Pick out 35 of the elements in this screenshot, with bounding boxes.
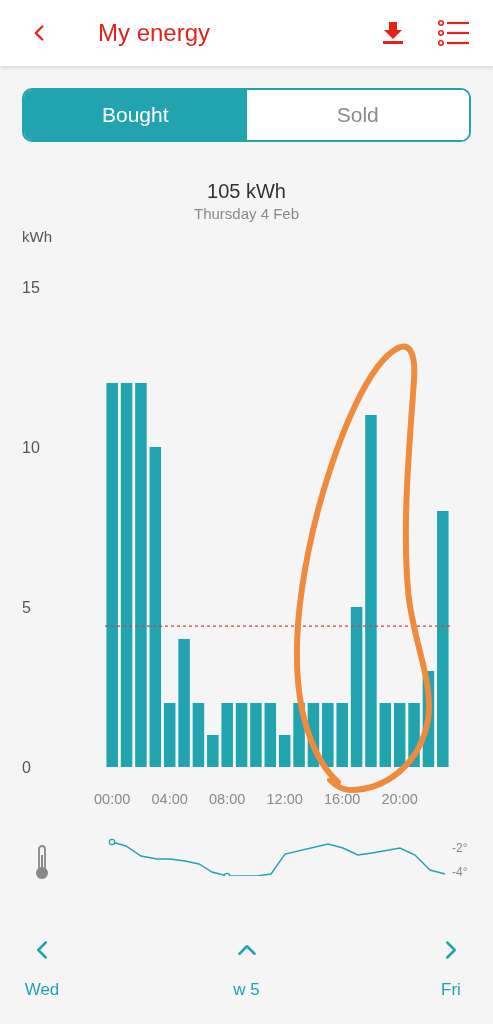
next-day-button[interactable]: Fri xyxy=(429,935,473,1003)
previous-day-button[interactable]: Wed xyxy=(20,935,64,1003)
date-label: Thursday 4 Feb xyxy=(193,204,300,224)
tick-label: 0 xyxy=(22,759,31,776)
chart-bar xyxy=(293,703,305,767)
chart-bar xyxy=(336,703,348,767)
list-icon xyxy=(438,20,470,46)
chart-bar xyxy=(221,703,233,767)
week-button[interactable]: w 5 xyxy=(224,935,269,1003)
tick-label: 20:00 xyxy=(381,791,418,807)
chart-bar xyxy=(250,703,262,767)
tick-label: 5 xyxy=(22,599,31,616)
tick-label: 12:00 xyxy=(266,791,303,807)
chart-bar xyxy=(393,703,406,767)
temperature-label: -2° xyxy=(452,840,468,857)
tick-label: 10 xyxy=(22,439,40,456)
list-button[interactable] xyxy=(437,17,471,49)
chart-bar xyxy=(408,703,420,767)
tick-label: 08:00 xyxy=(209,791,246,807)
tick-label: 04:00 xyxy=(151,791,188,807)
download-icon xyxy=(382,21,404,45)
chart-bar xyxy=(207,735,219,767)
tick-label: 15 xyxy=(22,279,40,296)
temperature-label: -4° xyxy=(452,864,468,881)
tick-label: 00:00 xyxy=(94,791,131,807)
total-value: 105 kWh xyxy=(207,179,286,204)
chart-bar xyxy=(192,703,205,767)
chart-bar xyxy=(235,703,248,767)
chart-bar xyxy=(322,703,334,767)
page-title: My energy xyxy=(98,18,211,48)
chart-bar xyxy=(379,703,392,767)
axis-title: kWh xyxy=(22,228,52,245)
tab[interactable]: Bought xyxy=(24,90,247,140)
tick-label: 16:00 xyxy=(324,791,361,807)
thermometer-icon xyxy=(34,845,50,881)
